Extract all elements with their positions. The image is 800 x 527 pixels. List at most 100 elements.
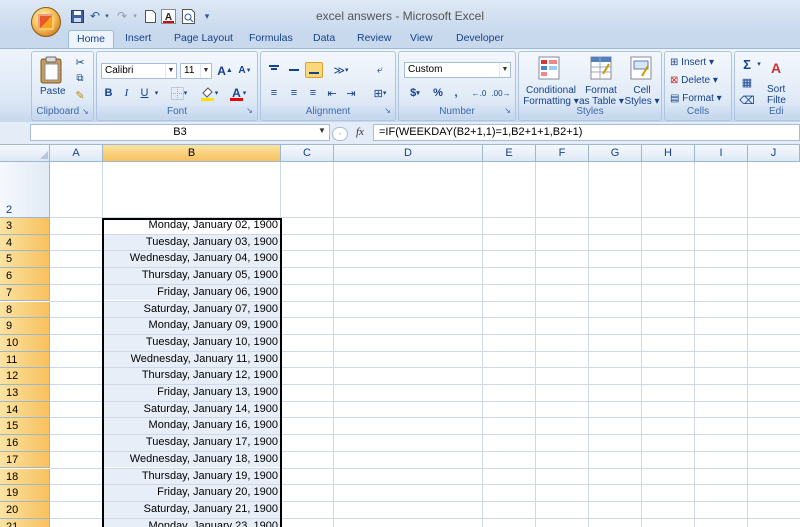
select-all-button[interactable]: [0, 145, 50, 162]
row-header[interactable]: 20: [0, 501, 50, 519]
cell-b[interactable]: Monday, January 09, 1900: [103, 318, 280, 334]
column-header-c[interactable]: C: [281, 145, 334, 162]
row-header[interactable]: 14: [0, 401, 50, 419]
orientation-icon[interactable]: ≫ ▾: [328, 62, 354, 78]
font-name-combo[interactable]: Calibri ▼: [101, 63, 177, 79]
conditional-formatting-icon[interactable]: [537, 55, 561, 81]
column-header-g[interactable]: G: [589, 145, 642, 162]
cell-b[interactable]: Saturday, January 14, 1900: [103, 401, 280, 418]
sort-filter-button[interactable]: Sort Filte: [767, 84, 786, 106]
row-header[interactable]: 12: [0, 368, 50, 385]
autosum-dropdown-icon[interactable]: ▾: [755, 56, 763, 72]
autosum-icon[interactable]: Σ: [739, 56, 755, 72]
cell-b[interactable]: Thursday, January 05, 1900: [103, 268, 280, 284]
cell-b[interactable]: Monday, January 02, 1900: [103, 218, 280, 234]
cell-b[interactable]: Monday, January 16, 1900: [103, 418, 280, 435]
column-header-f[interactable]: F: [536, 145, 589, 162]
row-header[interactable]: 11: [0, 351, 50, 369]
formula-input[interactable]: =IF(WEEKDAY(B2+1,1)=1,B2+1+1,B2+1): [373, 124, 800, 141]
wrap-text-icon[interactable]: ⤶: [371, 62, 389, 78]
grow-font-button[interactable]: A ▲: [216, 62, 234, 79]
tab-insert[interactable]: Insert: [117, 30, 159, 48]
row-header[interactable]: 8: [0, 301, 50, 319]
dialog-launcher-icon[interactable]: ↘: [504, 106, 511, 115]
row-header[interactable]: 13: [0, 385, 50, 402]
format-as-table-icon[interactable]: [589, 55, 613, 81]
dialog-launcher-icon[interactable]: ↘: [82, 107, 89, 116]
row-header[interactable]: 7: [0, 284, 50, 302]
underline-button[interactable]: U: [137, 85, 152, 101]
cell-b[interactable]: Wednesday, January 04, 1900: [103, 251, 280, 268]
row-header[interactable]: 17: [0, 451, 50, 469]
column-header-h[interactable]: H: [642, 145, 695, 162]
align-top-icon[interactable]: [266, 62, 282, 78]
format-painter-icon[interactable]: ✎: [72, 88, 88, 102]
cell-b[interactable]: Friday, January 20, 1900: [103, 485, 280, 501]
column-header-j[interactable]: J: [748, 145, 800, 162]
row-header[interactable]: 16: [0, 435, 50, 452]
name-box-dropdown-icon[interactable]: ▼: [318, 126, 326, 135]
italic-button[interactable]: I: [119, 85, 134, 101]
sort-filter-icon[interactable]: A: [765, 54, 787, 82]
borders-icon[interactable]: ▾: [167, 85, 191, 101]
column-header-d[interactable]: D: [334, 145, 483, 162]
tab-home[interactable]: Home: [68, 30, 115, 49]
currency-button[interactable]: $ ▾: [404, 85, 426, 101]
cell-b[interactable]: Thursday, January 12, 1900: [103, 368, 280, 384]
align-middle-icon[interactable]: [286, 62, 302, 78]
tab-view[interactable]: View: [402, 30, 441, 48]
insert-cells-button[interactable]: ⊞ Insert ▾: [670, 57, 714, 68]
cell-b[interactable]: Saturday, January 21, 1900: [103, 501, 280, 518]
cell-b[interactable]: Friday, January 13, 1900: [103, 385, 280, 401]
align-center-icon[interactable]: ≡: [286, 85, 302, 101]
cell-b[interactable]: Wednesday, January 18, 1900: [103, 451, 280, 468]
row-header[interactable]: 5: [0, 251, 50, 269]
bold-button[interactable]: B: [101, 85, 116, 101]
row-header[interactable]: 2: [0, 162, 50, 218]
cell-styles-button[interactable]: Cell Styles ▾: [623, 85, 661, 107]
cell-b[interactable]: Wednesday, January 11, 1900: [103, 351, 280, 368]
cell-b[interactable]: Saturday, January 07, 1900: [103, 301, 280, 318]
fill-color-icon[interactable]: ▾: [197, 85, 221, 101]
row-header[interactable]: 15: [0, 418, 50, 436]
number-format-combo[interactable]: Custom ▼: [404, 62, 511, 78]
copy-icon[interactable]: ⧉: [72, 71, 88, 85]
formula-grip-icon[interactable]: ◦: [332, 127, 348, 141]
percent-button[interactable]: %: [430, 85, 446, 101]
cell-styles-icon[interactable]: [629, 55, 653, 81]
decrease-indent-icon[interactable]: ⇤: [324, 85, 340, 101]
row-header[interactable]: 10: [0, 334, 50, 352]
row-header[interactable]: 19: [0, 485, 50, 502]
paste-label[interactable]: Paste: [40, 86, 66, 97]
increase-indent-icon[interactable]: ⇥: [343, 85, 359, 101]
dialog-launcher-icon[interactable]: ↘: [384, 106, 391, 115]
tab-data[interactable]: Data: [305, 30, 343, 48]
align-bottom-icon[interactable]: [305, 62, 323, 78]
column-header-i[interactable]: I: [695, 145, 748, 162]
shrink-font-button[interactable]: A ▼: [236, 62, 254, 79]
align-right-icon[interactable]: ≡: [305, 85, 321, 101]
tab-review[interactable]: Review: [349, 30, 399, 48]
tab-developer[interactable]: Developer: [448, 30, 512, 48]
cell-b[interactable]: Thursday, January 19, 1900: [103, 468, 280, 485]
merge-center-icon[interactable]: ⊞ ▾: [369, 85, 391, 101]
cell-b[interactable]: Tuesday, January 17, 1900: [103, 435, 280, 451]
fill-icon[interactable]: ▦: [739, 74, 755, 90]
format-cells-button[interactable]: ▤ Format ▾: [670, 93, 722, 104]
insert-function-icon[interactable]: fx: [356, 126, 364, 138]
office-button[interactable]: [31, 7, 61, 37]
row-header[interactable]: 18: [0, 468, 50, 486]
font-color-icon[interactable]: A ▾: [225, 85, 251, 101]
row-header[interactable]: 9: [0, 318, 50, 335]
delete-cells-button[interactable]: ⊠ Delete ▾: [670, 75, 718, 86]
column-header-b[interactable]: B: [103, 145, 281, 162]
cell-b[interactable]: Tuesday, January 03, 1900: [103, 234, 280, 251]
column-header-e[interactable]: E: [483, 145, 536, 162]
row-header[interactable]: 3: [0, 218, 50, 235]
tab-formulas[interactable]: Formulas: [241, 30, 301, 48]
format-as-table-button[interactable]: Format as Table ▾: [579, 85, 624, 107]
cell-b[interactable]: Monday, January 23, 1900: [103, 518, 280, 527]
font-size-combo[interactable]: 11 ▼: [180, 63, 212, 79]
tab-page-layout[interactable]: Page Layout: [166, 30, 241, 48]
name-box[interactable]: B3: [30, 124, 330, 141]
